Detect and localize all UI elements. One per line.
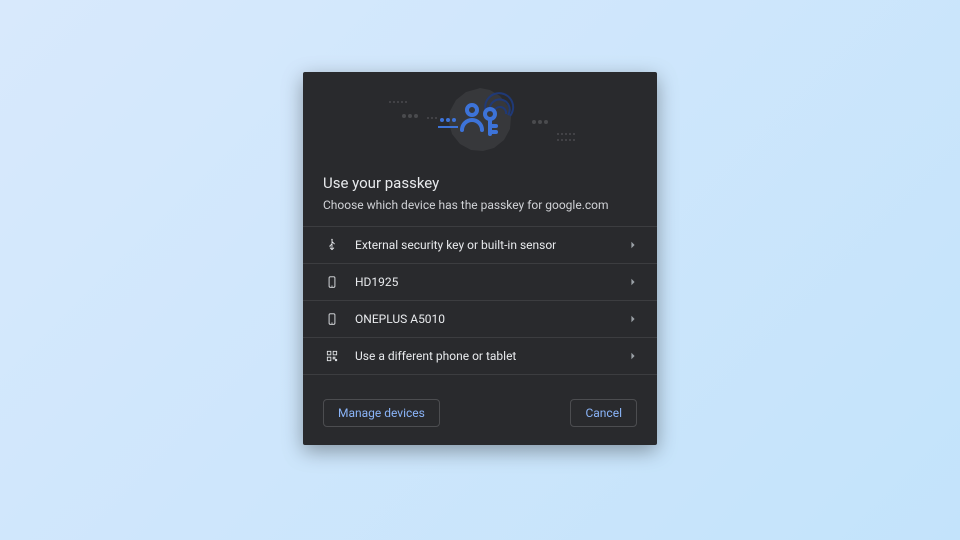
dialog-subtitle: Choose which device has the passkey for … <box>323 198 637 212</box>
option-label: HD1925 <box>355 275 398 289</box>
chevron-right-icon <box>629 352 637 360</box>
dialog-footer: Manage devices Cancel <box>303 385 657 445</box>
chevron-right-icon <box>629 315 637 323</box>
phone-icon <box>323 275 341 289</box>
dialog-title: Use your passkey <box>323 174 637 192</box>
chevron-right-icon <box>629 241 637 249</box>
option-device-hd1925[interactable]: HD1925 <box>303 264 657 301</box>
usb-icon <box>323 238 341 252</box>
phone-icon <box>323 312 341 326</box>
device-list: External security key or built-in sensor… <box>303 226 657 375</box>
option-label: External security key or built-in sensor <box>355 238 556 252</box>
option-external-key[interactable]: External security key or built-in sensor <box>303 227 657 264</box>
option-label: Use a different phone or tablet <box>355 349 516 363</box>
option-device-oneplus[interactable]: ONEPLUS A5010 <box>303 301 657 338</box>
option-different-device[interactable]: Use a different phone or tablet <box>303 338 657 375</box>
dialog-header: Use your passkey Choose which device has… <box>303 168 657 226</box>
hero-illustration <box>303 72 657 168</box>
chevron-right-icon <box>629 278 637 286</box>
passkey-dialog: Use your passkey Choose which device has… <box>303 72 657 445</box>
cancel-button[interactable]: Cancel <box>570 399 637 427</box>
option-label: ONEPLUS A5010 <box>355 312 445 326</box>
passkey-hero-icon <box>330 72 630 168</box>
manage-devices-button[interactable]: Manage devices <box>323 399 440 427</box>
qr-icon <box>323 349 341 363</box>
